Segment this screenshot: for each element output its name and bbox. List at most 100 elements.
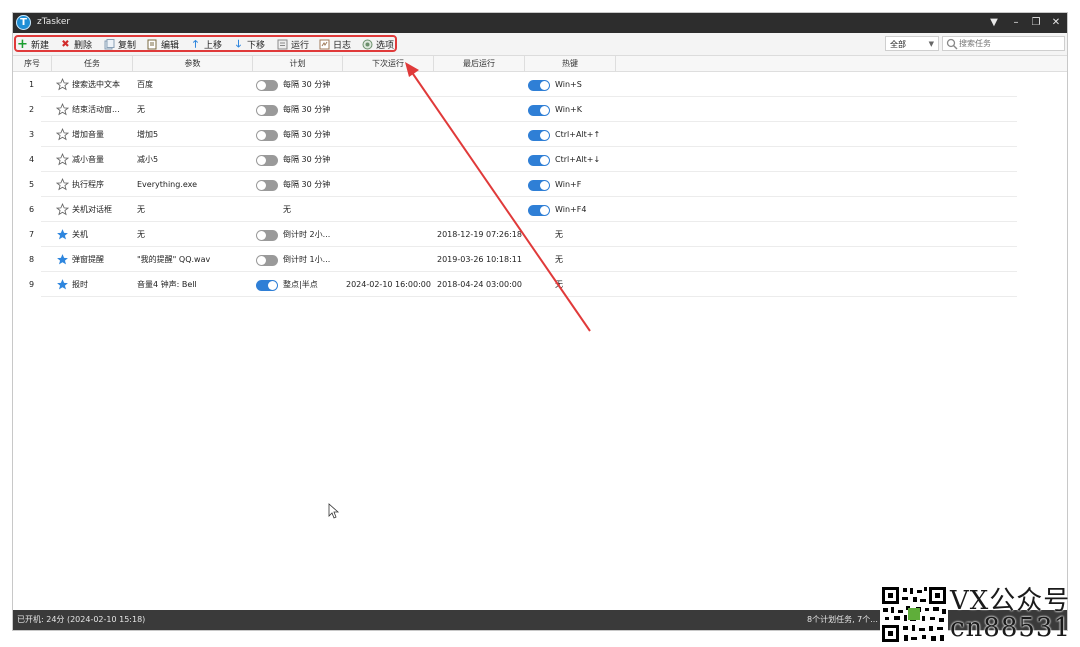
chevron-down-icon: ▼	[928, 40, 934, 48]
column-header-index[interactable]: 序号	[13, 56, 52, 71]
restore-button[interactable]: ❐	[1027, 14, 1045, 31]
table-row[interactable]: 4 减小音量 减小5 每隔 30 分钟 Ctrl+Alt+↓	[13, 147, 1067, 172]
star-outline-icon[interactable]	[55, 152, 70, 166]
task-params: 无	[137, 205, 145, 214]
edit-button-label: 编辑	[161, 40, 180, 51]
table-row[interactable]: 5 执行程序 Everything.exe 每隔 30 分钟 Win+F	[13, 172, 1067, 197]
star-filled-icon[interactable]	[56, 278, 69, 291]
task-params: Everything.exe	[137, 180, 198, 189]
star-filled-icon[interactable]	[56, 228, 69, 241]
task-name: 关机对话框	[72, 205, 112, 214]
schedule-toggle[interactable]	[256, 230, 278, 241]
star-outline-icon[interactable]	[55, 102, 70, 116]
hotkey-toggle[interactable]	[528, 130, 550, 141]
search-box[interactable]	[942, 36, 1065, 51]
schedule-text: 每隔 30 分钟	[283, 80, 331, 89]
column-header-task[interactable]: 任务	[52, 56, 133, 71]
task-params: 无	[137, 105, 145, 114]
row-divider	[41, 296, 1017, 297]
table-row[interactable]: 1 搜索选中文本 百度 每隔 30 分钟 Win+S	[13, 72, 1067, 97]
hotkey-text: Win+S	[555, 80, 582, 89]
star-outline-icon[interactable]	[55, 202, 70, 216]
copy-button-label: 复制	[118, 40, 137, 51]
task-name: 报时	[72, 280, 88, 289]
task-params: "我的提醒" QQ.wav	[137, 255, 211, 264]
log-button[interactable]: 日志	[319, 37, 351, 51]
table-row[interactable]: 3 增加音量 增加5 每隔 30 分钟 Ctrl+Alt+↑	[13, 122, 1067, 147]
window-title: zTasker	[37, 17, 71, 27]
task-name: 增加音量	[72, 130, 104, 139]
title-bar: T zTasker ▼ – ❐ ✕	[13, 13, 1067, 33]
row-index: 9	[29, 280, 35, 289]
hotkey-toggle[interactable]	[528, 205, 550, 216]
column-header-hotkey[interactable]: 热键	[525, 56, 616, 71]
copy-button[interactable]: 复制	[104, 37, 136, 51]
row-index: 5	[29, 180, 35, 189]
row-index: 6	[29, 205, 35, 214]
row-index: 2	[29, 105, 35, 114]
schedule-toggle[interactable]	[256, 255, 278, 266]
table-row[interactable]: 9 报时 音量4 钟声: Bell 整点|半点 2024-02-10 16:00:00 2…	[13, 272, 1067, 297]
task-params: 减小5	[137, 155, 159, 164]
x-icon: ✖	[61, 38, 70, 50]
options-button[interactable]: 选项	[362, 37, 394, 51]
minimize-button[interactable]: –	[1007, 14, 1025, 31]
hotkey-toggle[interactable]	[528, 80, 550, 91]
next-run: 2024-02-10 16:00:00	[346, 280, 431, 289]
move-down-button[interactable]: 🡓 下移	[233, 37, 265, 51]
column-header-schedule[interactable]: 计划	[253, 56, 343, 71]
menu-dropdown-icon[interactable]: ▼	[985, 14, 1003, 31]
star-outline-icon[interactable]	[55, 127, 70, 141]
hotkey-text: 无	[555, 255, 563, 264]
hotkey-toggle[interactable]	[528, 180, 550, 191]
run-button[interactable]: 运行	[277, 37, 309, 51]
table-row[interactable]: 8 弹窗提醒 "我的提醒" QQ.wav 倒计时 1小... 2019-03-26 10…	[13, 247, 1067, 272]
hotkey-toggle[interactable]	[528, 105, 550, 116]
hotkey-text: Ctrl+Alt+↓	[555, 155, 601, 164]
task-table-body: 1 搜索选中文本 百度 每隔 30 分钟 Win+S 2 结束活动窗... 无每隔 30 分钟…	[13, 72, 1067, 610]
run-button-label: 运行	[291, 40, 310, 51]
search-input[interactable]	[959, 37, 1059, 50]
row-index: 1	[29, 80, 35, 89]
star-outline-icon[interactable]	[55, 77, 70, 91]
column-header-last-run[interactable]: 最后运行	[434, 56, 525, 71]
new-button[interactable]: + 新建	[17, 37, 49, 51]
qr-code-icon	[880, 585, 948, 644]
column-header-next-run[interactable]: 下次运行	[343, 56, 434, 71]
hotkey-text: Ctrl+Alt+↑	[555, 130, 601, 139]
schedule-toggle[interactable]	[256, 280, 278, 291]
close-button[interactable]: ✕	[1047, 14, 1065, 31]
filter-select[interactable]: 全部 ▼	[885, 36, 939, 51]
schedule-toggle[interactable]	[256, 180, 278, 191]
last-run: 2018-04-24 03:00:00	[437, 280, 522, 289]
row-index: 3	[29, 130, 35, 139]
schedule-toggle[interactable]	[256, 105, 278, 116]
edit-button[interactable]: 编辑	[147, 37, 179, 51]
watermark-text: VX公众号 cn88531	[950, 588, 1071, 642]
task-params: 增加5	[137, 130, 159, 139]
star-filled-icon[interactable]	[56, 253, 69, 266]
delete-button-label: 删除	[74, 40, 93, 51]
mouse-cursor-icon	[328, 503, 340, 519]
schedule-text: 每隔 30 分钟	[283, 180, 331, 189]
schedule-text: 倒计时 2小...	[283, 230, 331, 239]
column-header-params[interactable]: 参数	[133, 56, 253, 71]
task-name: 执行程序	[72, 180, 104, 189]
hotkey-toggle[interactable]	[528, 155, 550, 166]
schedule-text: 整点|半点	[283, 280, 318, 289]
table-row[interactable]: 6 关机对话框 无 无 Win+F4	[13, 197, 1067, 222]
last-run: 2018-12-19 07:26:18	[437, 230, 522, 239]
star-outline-icon[interactable]	[55, 177, 70, 191]
table-row[interactable]: 7 关机 无 倒计时 2小... 2018-12-19 07:26:18 无	[13, 222, 1067, 247]
move-up-button[interactable]: 🡑 上移	[190, 37, 222, 51]
delete-button[interactable]: ✖ 删除	[60, 37, 92, 51]
task-name: 搜索选中文本	[72, 80, 120, 89]
task-params: 百度	[137, 80, 153, 89]
table-row[interactable]: 2 结束活动窗... 无 每隔 30 分钟 Win+K	[13, 97, 1067, 122]
schedule-toggle[interactable]	[256, 155, 278, 166]
task-params: 音量4 钟声: Bell	[137, 280, 197, 289]
filter-selected-value: 全部	[890, 40, 906, 49]
schedule-toggle[interactable]	[256, 130, 278, 141]
schedule-toggle[interactable]	[256, 80, 278, 91]
log-icon	[319, 39, 330, 50]
